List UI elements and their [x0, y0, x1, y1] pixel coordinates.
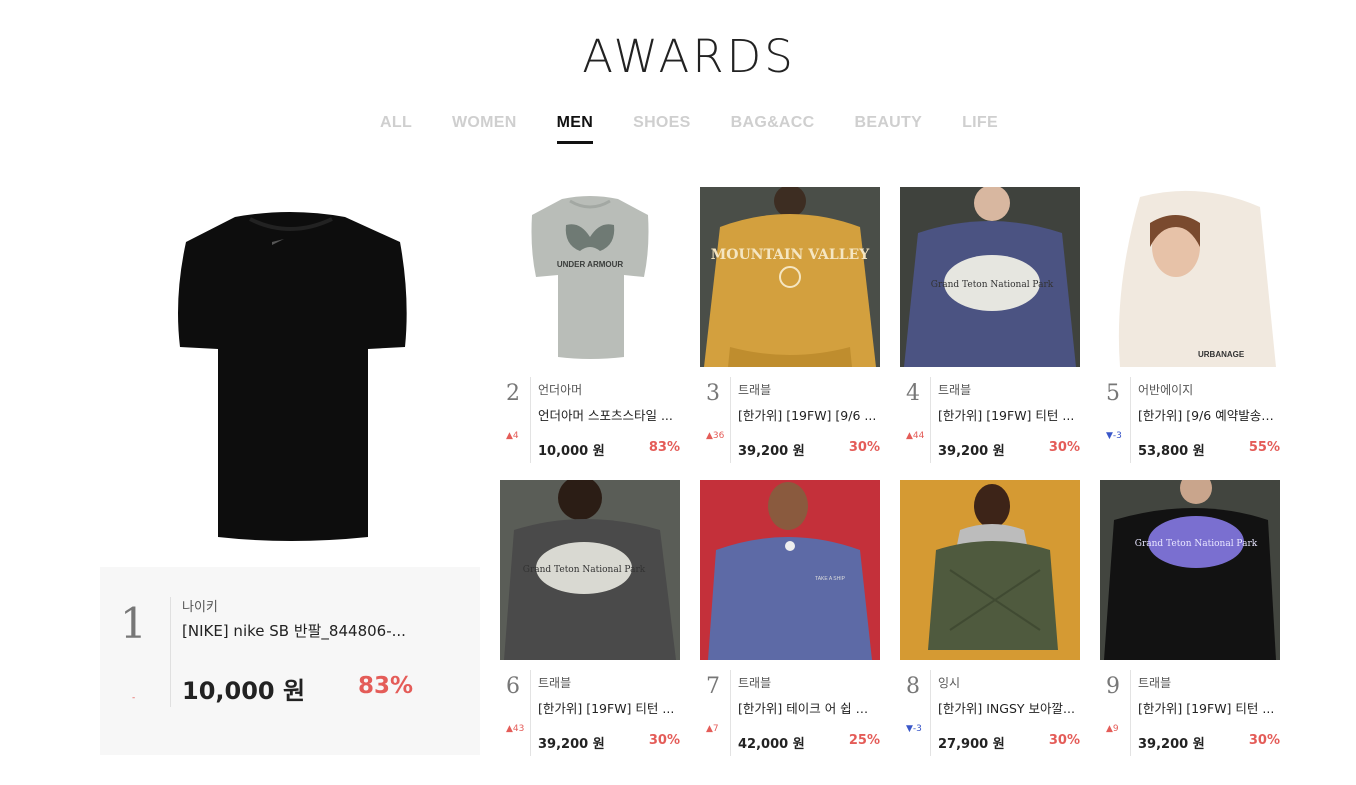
discount-rate: 55%: [1248, 440, 1280, 455]
product-image[interactable]: [900, 480, 1080, 660]
urbanage-text: URBANAGE: [1198, 350, 1245, 359]
discount-rate: 30%: [1048, 440, 1080, 455]
divider: [930, 670, 931, 756]
product-price: 10,000 원: [538, 444, 605, 459]
brand-name: 어반에이지: [1138, 383, 1194, 397]
product-image[interactable]: Grand Teton National Park: [900, 187, 1080, 367]
ua-logo-text: UNDER ARMOUR: [557, 260, 624, 269]
product-card[interactable]: Grand Teton National Park 4 ▲44 트래블 [한가위…: [900, 187, 1080, 467]
product-price: 42,000 원: [738, 737, 805, 752]
tab-men[interactable]: MEN: [556, 114, 594, 144]
divider: [170, 597, 171, 707]
mountain-valley-text: MOUNTAIN VALLEY: [711, 247, 870, 263]
product-price: 39,200 원: [538, 737, 605, 752]
product-image[interactable]: Grand Teton National Park: [1100, 480, 1280, 660]
tab-bag-acc[interactable]: BAG&ACC: [731, 114, 815, 144]
product-name[interactable]: [한가위] [19FW] 티턴 ...: [538, 698, 678, 717]
rank-change: ▲43: [506, 724, 525, 734]
tab-women[interactable]: WOMEN: [452, 114, 517, 144]
product-image[interactable]: MOUNTAIN VALLEY: [700, 187, 880, 367]
rank-change: ▼-3: [906, 724, 922, 734]
product-name[interactable]: [한가위] INGSY 보아깔...: [938, 698, 1078, 717]
discount-rate: 83%: [358, 673, 414, 699]
product-name[interactable]: [한가위] [19FW] [9/6 ...: [738, 405, 878, 424]
divider: [930, 377, 931, 463]
rank-change: ▲44: [906, 431, 925, 441]
featured-product-info[interactable]: 1 - 나이키 [NIKE] nike SB 반팔_844806-... 10,…: [100, 567, 480, 755]
discount-rate: 30%: [1048, 733, 1080, 748]
brand-name: 나이키: [182, 600, 218, 615]
brand-name: 잉시: [938, 676, 961, 690]
divider: [1130, 670, 1131, 756]
brand-name: 언더아머: [538, 383, 583, 397]
rank-number: 4: [906, 381, 920, 406]
take-a-ship-text: TAKE A SHIP: [815, 576, 846, 582]
divider: [530, 377, 531, 463]
product-name[interactable]: [NIKE] nike SB 반팔_844806-...: [182, 620, 422, 641]
product-image[interactable]: UNDER ARMOUR: [500, 187, 680, 367]
featured-product-image[interactable]: [100, 187, 480, 567]
discount-rate: 30%: [648, 733, 680, 748]
discount-rate: 25%: [848, 733, 880, 748]
rank-number: 8: [906, 674, 920, 699]
tab-life[interactable]: LIFE: [962, 114, 998, 144]
tab-all[interactable]: ALL: [380, 114, 412, 144]
product-card[interactable]: MOUNTAIN VALLEY 3 ▲36 트래블 [한가위] [19FW] […: [700, 187, 880, 467]
brand-name: 트래블: [538, 676, 572, 690]
product-card[interactable]: URBANAGE 5 ▼-3 어반에이지 [한가위] [9/6 예약발송] ..…: [1100, 187, 1280, 467]
product-name[interactable]: [한가위] [19FW] 티턴 ...: [1138, 698, 1278, 717]
product-name[interactable]: [한가위] [19FW] 티턴 ...: [938, 405, 1078, 424]
product-name[interactable]: [한가위] 테이크 어 쉽 피...: [738, 698, 878, 717]
product-card[interactable]: 8 ▼-3 잉시 [한가위] INGSY 보아깔... 27,900 원 30%: [900, 480, 1080, 760]
product-card[interactable]: UNDER ARMOUR 2 ▲4 언더아머 언더아머 스포츠스타일 ... 1…: [500, 187, 680, 467]
product-price: 39,200 원: [738, 444, 805, 459]
product-image[interactable]: TAKE A SHIP: [700, 480, 880, 660]
rank-change: ▼-3: [1106, 431, 1122, 441]
grand-teton-text: Grand Teton National Park: [931, 280, 1054, 290]
product-price: 39,200 원: [938, 444, 1005, 459]
category-tabs: ALL WOMEN MEN SHOES BAG&ACC BEAUTY LIFE: [0, 114, 1356, 144]
rank-number: 7: [706, 674, 720, 699]
product-price: 27,900 원: [938, 737, 1005, 752]
discount-rate: 30%: [848, 440, 880, 455]
tab-beauty[interactable]: BEAUTY: [855, 114, 923, 144]
rank-change: ▲9: [1106, 724, 1119, 734]
rank-number: 2: [506, 381, 520, 406]
product-name[interactable]: [한가위] [9/6 예약발송] ...: [1138, 405, 1278, 424]
brand-name: 트래블: [938, 383, 972, 397]
product-price: 10,000 원: [182, 677, 306, 705]
brand-name: 트래블: [1138, 676, 1172, 690]
product-card[interactable]: TAKE A SHIP 7 ▲7 트래블 [한가위] 테이크 어 쉽 피... …: [700, 480, 880, 760]
product-price: 39,200 원: [1138, 737, 1205, 752]
product-card[interactable]: Grand Teton National Park 9 ▲9 트래블 [한가위]…: [1100, 480, 1280, 760]
rank-change: ▲7: [706, 724, 719, 734]
page-title: AWARDS: [582, 30, 796, 83]
discount-rate: 30%: [1248, 733, 1280, 748]
divider: [730, 670, 731, 756]
discount-rate: 83%: [648, 440, 680, 455]
product-name[interactable]: 언더아머 스포츠스타일 ...: [538, 405, 678, 424]
product-card[interactable]: Grand Teton National Park 6 ▲43 트래블 [한가위…: [500, 480, 680, 760]
rank-number: 1: [120, 599, 147, 648]
rank-number: 9: [1106, 674, 1120, 699]
rank-change: -: [132, 693, 136, 703]
product-image[interactable]: Grand Teton National Park: [500, 480, 680, 660]
divider: [1130, 377, 1131, 463]
grand-teton-text: Grand Teton National Park: [523, 565, 646, 575]
rank-change: ▲4: [506, 431, 519, 441]
rank-number: 5: [1106, 381, 1120, 406]
divider: [530, 670, 531, 756]
brand-name: 트래블: [738, 676, 772, 690]
product-price: 53,800 원: [1138, 444, 1205, 459]
product-image[interactable]: URBANAGE: [1100, 187, 1280, 367]
tab-shoes[interactable]: SHOES: [633, 114, 691, 144]
grand-teton-text: Grand Teton National Park: [1135, 539, 1258, 549]
rank-number: 6: [506, 674, 520, 699]
rank-change: ▲36: [706, 431, 725, 441]
divider: [730, 377, 731, 463]
brand-name: 트래블: [738, 383, 772, 397]
rank-number: 3: [706, 381, 720, 406]
